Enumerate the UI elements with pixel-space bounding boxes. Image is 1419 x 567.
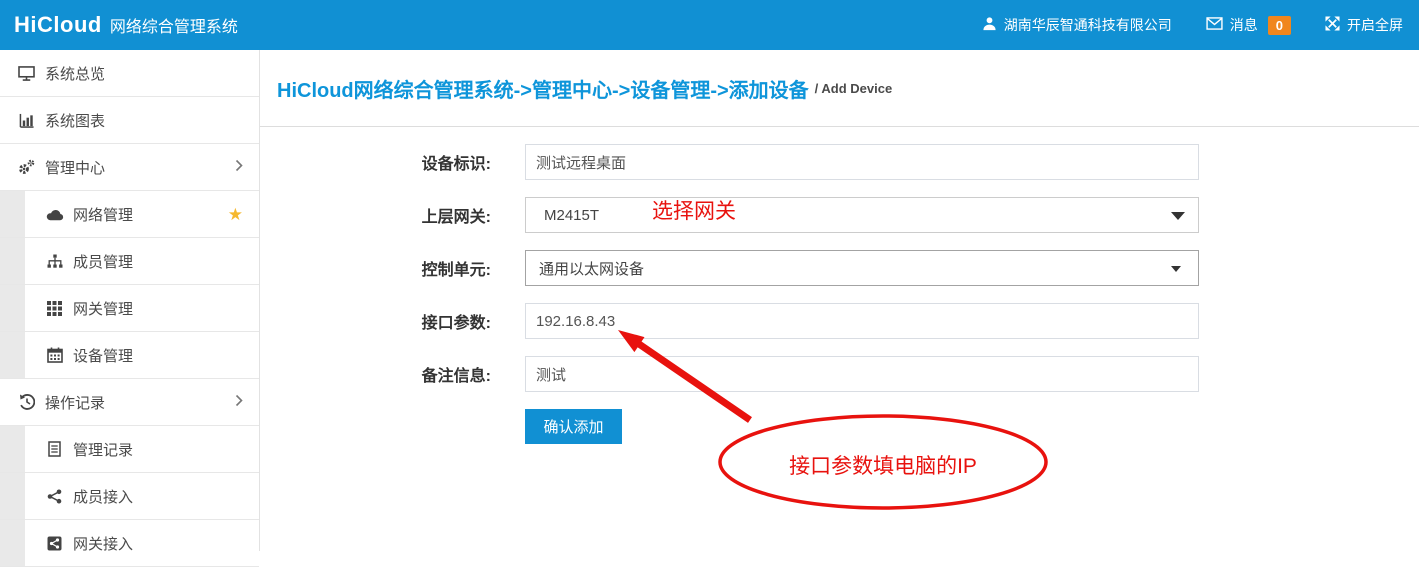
sidebar-item-label: 操作记录 [45,392,105,413]
sidebar-item-label: 成员接入 [73,486,133,507]
breadcrumb-path[interactable]: HiCloud网络综合管理系统->管理中心->设备管理->添加设备 [277,74,809,103]
main-content: HiCloud网络综合管理系统->管理中心->设备管理->添加设备 / Add … [260,50,1419,551]
gears-icon [17,159,36,175]
control-unit-select[interactable]: 通用以太网设备 [525,250,1199,286]
sidebar-item-device-management[interactable]: 设备管理 [0,332,259,379]
sidebar-item-network-management[interactable]: 网络管理 ★ [0,191,259,238]
form-row-interface-params: 接口参数: [260,303,1419,339]
sidebar-item-label: 网关接入 [73,533,133,554]
interface-params-input[interactable] [525,303,1199,339]
brand-subtitle: 网络综合管理系统 [110,13,238,37]
messages-button[interactable]: 消息 0 [1206,15,1291,35]
sidebar-item-label: 网关管理 [73,298,133,319]
breadcrumb-suffix: / Add Device [815,81,893,96]
fullscreen-icon [1325,16,1340,34]
sidebar-item-label: 设备管理 [73,345,133,366]
interface-params-label: 接口参数: [260,309,491,333]
sidebar: 系统总览 系统图表 管理中心 网络管理 ★ 成员管理 网关管理 [0,50,260,551]
remark-label: 备注信息: [260,362,491,386]
grid-icon [45,300,64,316]
history-icon [17,394,36,410]
star-icon[interactable]: ★ [228,206,243,223]
fullscreen-label: 开启全屏 [1347,15,1403,35]
sidebar-item-label: 成员管理 [73,251,133,272]
sidebar-item-label: 系统图表 [45,110,105,131]
envelope-icon [1206,17,1223,33]
share-square-icon [45,535,64,551]
add-device-form: 设备标识: 上层网关: M2415T 控制单元: 通用以太网设备 [260,127,1419,444]
control-unit-label: 控制单元: [260,256,491,280]
upper-gateway-value: M2415T [544,207,599,224]
form-row-upper-gateway: 上层网关: M2415T [260,197,1419,233]
sidebar-item-management-center[interactable]: 管理中心 [0,144,259,191]
app-logo[interactable]: HiCloud 网络综合管理系统 [0,12,238,38]
sidebar-item-management-records[interactable]: 管理记录 [0,426,259,473]
breadcrumb: HiCloud网络综合管理系统->管理中心->设备管理->添加设备 / Add … [260,50,1419,127]
message-count-badge: 0 [1268,16,1291,35]
cloud-icon [45,206,64,222]
control-unit-value: 通用以太网设备 [539,258,644,279]
company-name: 湖南华辰智通科技有限公司 [1004,15,1172,35]
device-id-label: 设备标识: [260,150,491,174]
user-icon [982,16,997,34]
company-account[interactable]: 湖南华辰智通科技有限公司 [982,15,1172,35]
sidebar-item-gateway-management[interactable]: 网关管理 [0,285,259,332]
form-row-remark: 备注信息: [260,356,1419,392]
confirm-add-button[interactable]: 确认添加 [525,409,622,444]
sidebar-item-system-overview[interactable]: 系统总览 [0,50,259,97]
upper-gateway-label: 上层网关: [260,203,491,227]
navbar-right-group: 湖南华辰智通科技有限公司 消息 0 开启全屏 [982,15,1419,35]
desktop-icon [17,65,36,81]
sidebar-item-gateway-access[interactable]: 网关接入 [0,520,259,567]
sidebar-item-member-management[interactable]: 成员管理 [0,238,259,285]
device-id-input[interactable] [525,144,1199,180]
fullscreen-button[interactable]: 开启全屏 [1325,15,1403,35]
sidebar-item-member-access[interactable]: 成员接入 [0,473,259,520]
brand-name: HiCloud [14,12,102,38]
sidebar-item-label: 系统总览 [45,63,105,84]
sidebar-item-label: 网络管理 [73,204,133,225]
chevron-right-icon [235,394,243,411]
upper-gateway-select[interactable]: M2415T [525,197,1199,233]
sitemap-icon [45,253,64,269]
messages-label: 消息 [1230,15,1258,35]
share-icon [45,488,64,504]
top-navbar: HiCloud 网络综合管理系统 湖南华辰智通科技有限公司 消息 0 开启全屏 [0,0,1419,50]
bar-chart-icon [17,112,36,128]
document-icon [45,441,64,457]
calendar-icon [45,347,64,363]
chevron-down-icon [1171,266,1181,272]
form-row-device-id: 设备标识: [260,144,1419,180]
form-row-control-unit: 控制单元: 通用以太网设备 [260,250,1419,286]
sidebar-item-operation-records[interactable]: 操作记录 [0,379,259,426]
sidebar-item-system-charts[interactable]: 系统图表 [0,97,259,144]
chevron-down-icon [1171,212,1185,220]
remark-input[interactable] [525,356,1199,392]
sidebar-item-label: 管理记录 [73,439,133,460]
sidebar-item-label: 管理中心 [45,157,105,178]
chevron-right-icon [235,159,243,176]
